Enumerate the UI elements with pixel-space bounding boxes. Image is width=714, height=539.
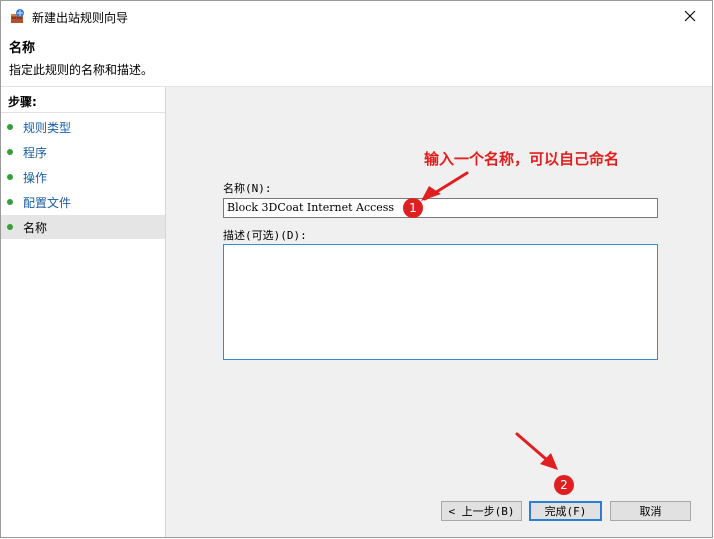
step-dot-icon <box>7 199 13 205</box>
back-button[interactable]: < 上一步(B) <box>441 501 522 521</box>
description-textarea[interactable] <box>223 244 658 360</box>
cancel-button[interactable]: 取消 <box>610 501 691 521</box>
page-header: 名称 指定此规则的名称和描述。 <box>1 31 712 87</box>
annotation-hint: 输入一个名称，可以自己命名 <box>424 150 620 168</box>
sidebar-item-label: 规则类型 <box>23 121 72 135</box>
sidebar-item-name[interactable]: 名称 <box>1 215 165 239</box>
steps-sidebar: 步骤: 规则类型 程序 操作 配置文件 名称 <box>1 87 166 537</box>
step-badge-1: 1 <box>403 198 423 218</box>
sidebar-item-program[interactable]: 程序 <box>1 140 165 164</box>
sidebar-item-action[interactable]: 操作 <box>1 165 165 189</box>
sidebar-item-rule-type[interactable]: 规则类型 <box>1 115 165 139</box>
steps-heading: 步骤: <box>8 95 37 109</box>
step-dot-icon <box>7 124 13 130</box>
name-label: 名称(N): <box>223 182 272 195</box>
window-title: 新建出站规则向导 <box>32 11 129 25</box>
title-bar: 新建出站规则向导 <box>1 1 712 31</box>
step-dot-icon <box>7 174 13 180</box>
page-description: 指定此规则的名称和描述。 <box>9 63 154 77</box>
step-badge-2: 2 <box>554 475 574 495</box>
sidebar-item-label: 配置文件 <box>23 196 72 210</box>
description-label: 描述(可选)(D): <box>223 229 307 242</box>
firewall-app-icon <box>10 8 26 24</box>
divider <box>1 112 165 113</box>
sidebar-item-profile[interactable]: 配置文件 <box>1 190 165 214</box>
sidebar-item-label: 操作 <box>23 171 48 185</box>
page-title: 名称 <box>9 41 36 56</box>
wizard-window: 新建出站规则向导 名称 指定此规则的名称和描述。 步骤: 规则类型 程序 操作 … <box>0 0 713 538</box>
sidebar-item-label: 名称 <box>23 221 48 235</box>
close-button[interactable] <box>668 1 712 31</box>
step-dot-icon <box>7 224 13 230</box>
close-icon <box>684 10 696 22</box>
finish-button[interactable]: 完成(F) <box>529 501 602 521</box>
step-dot-icon <box>7 149 13 155</box>
name-input[interactable]: Block 3DCoat Internet Access <box>223 198 658 218</box>
sidebar-item-label: 程序 <box>23 146 48 160</box>
